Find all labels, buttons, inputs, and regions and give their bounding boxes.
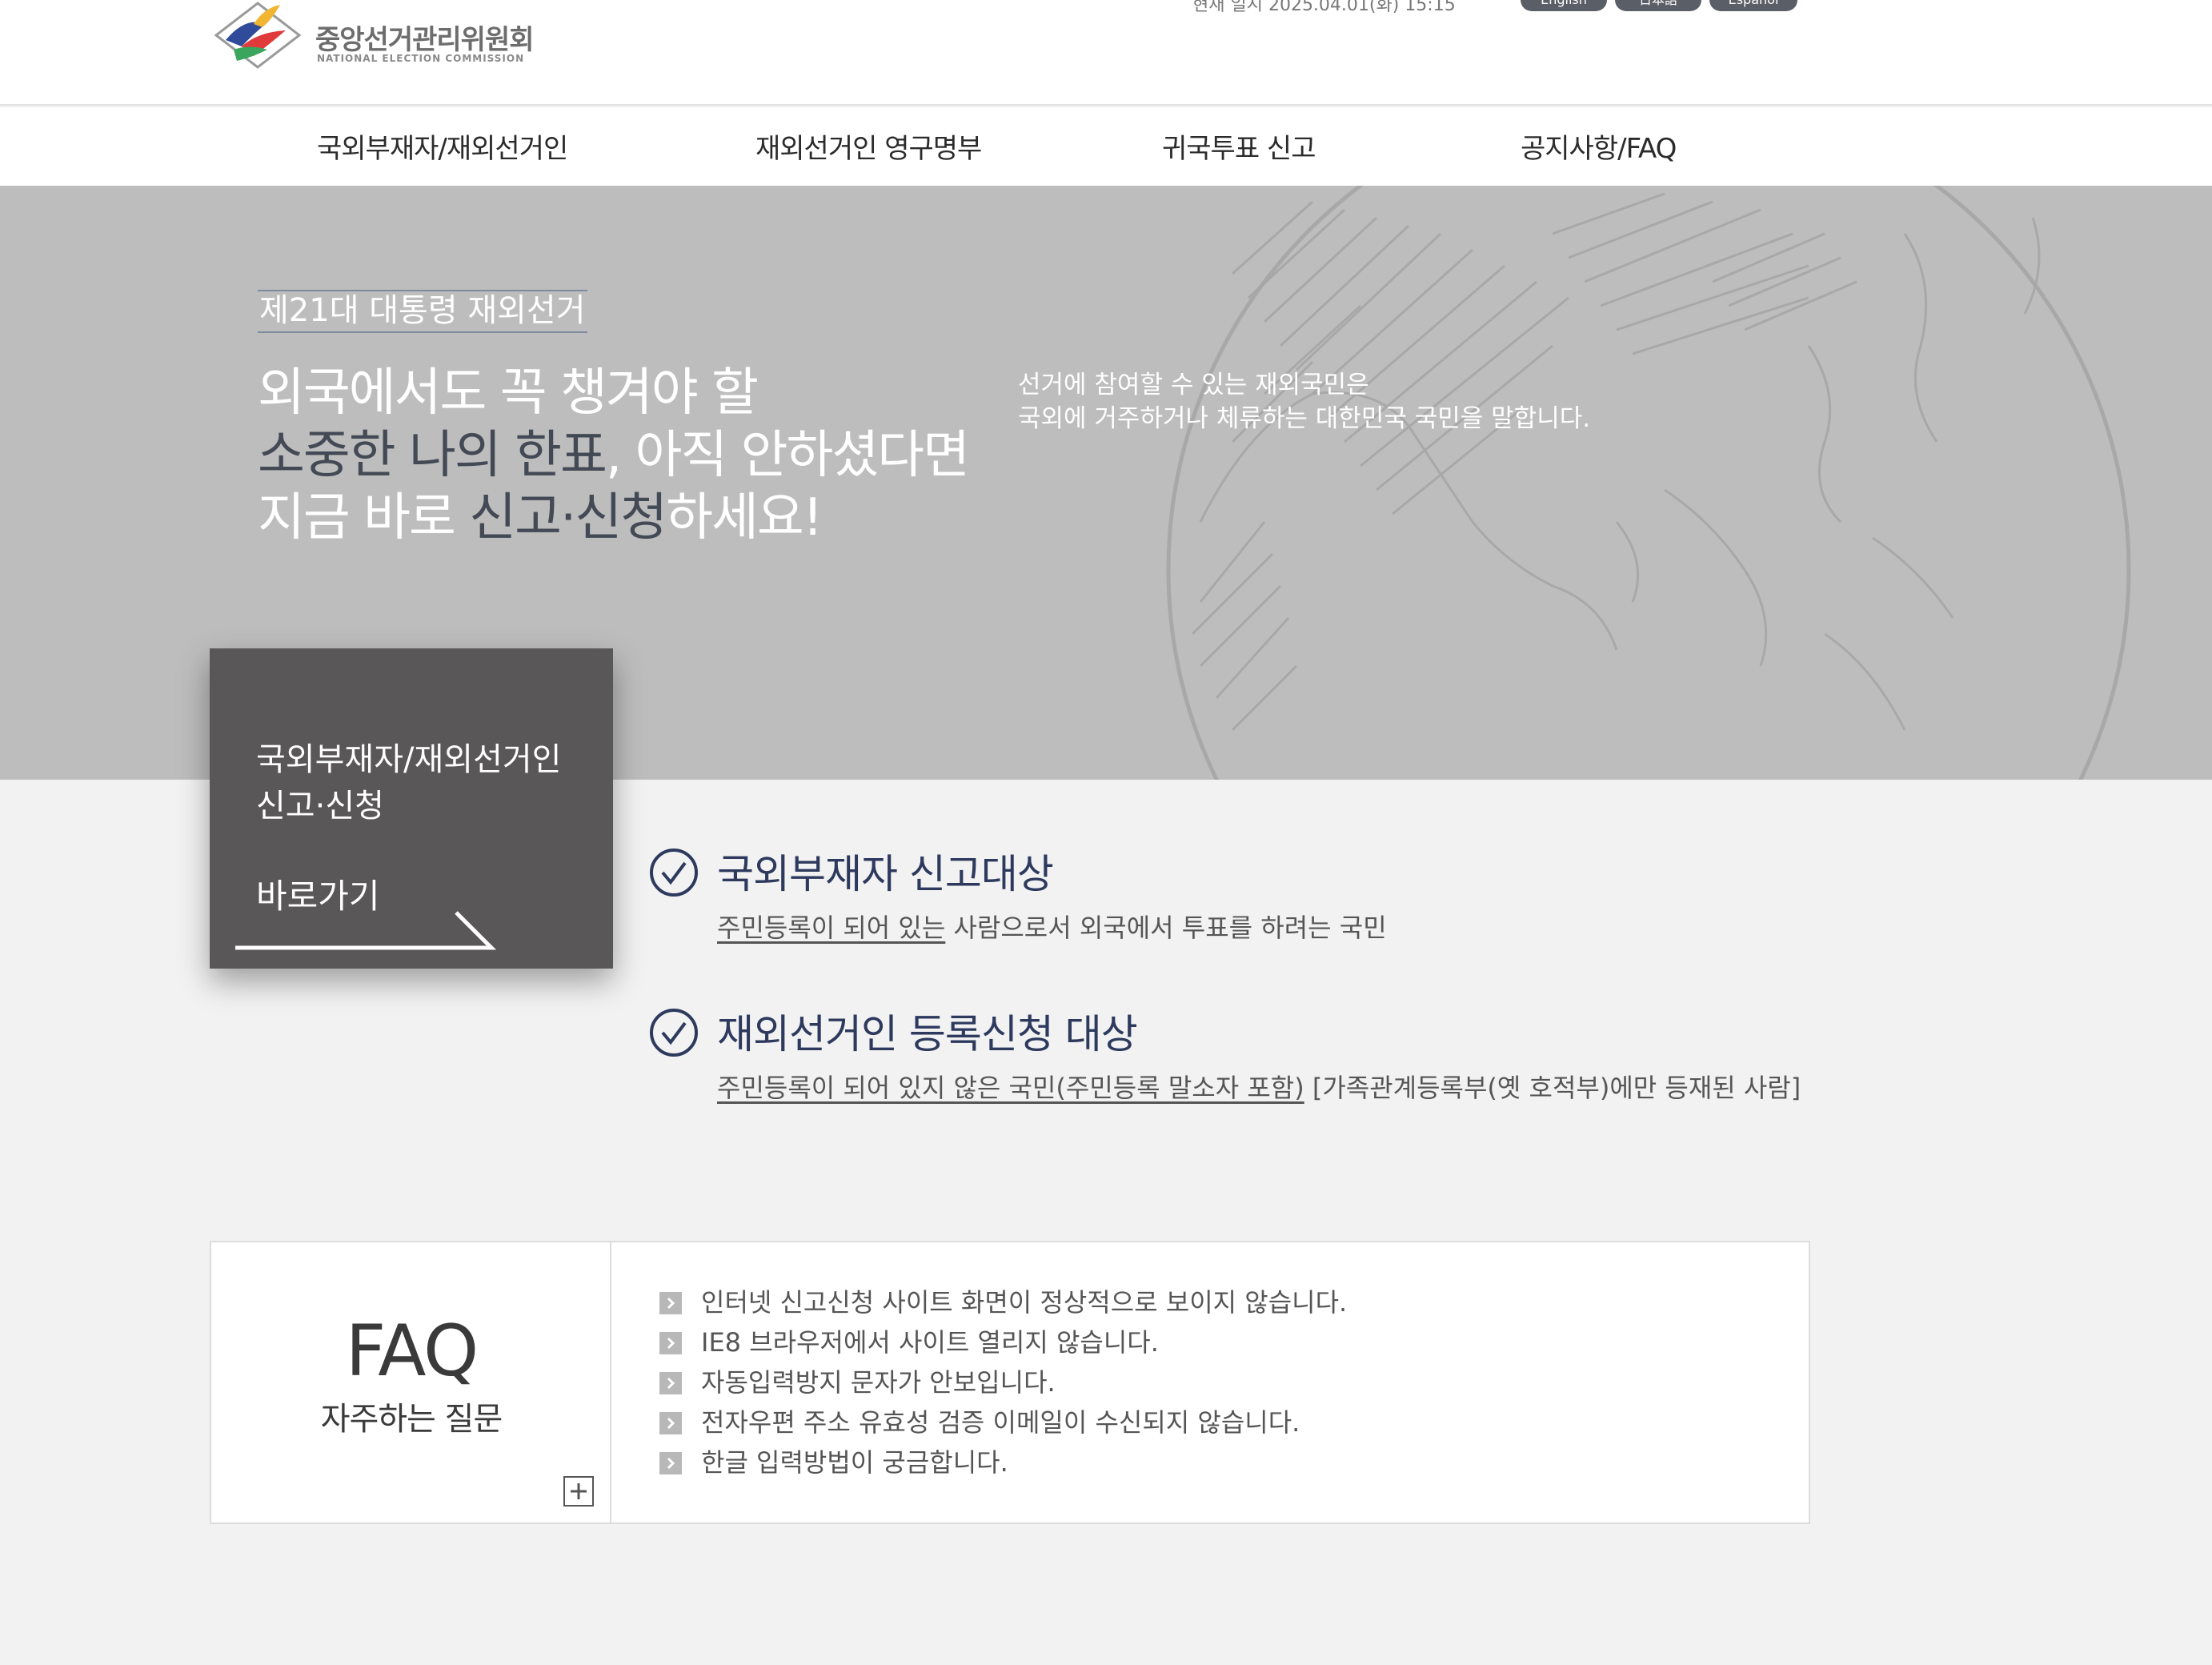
check-circle-icon (650, 1009, 698, 1057)
hero-title-line-2-rest: , 아직 안하셨다면 (605, 426, 970, 485)
faq-item[interactable]: 전자우편 주소 유효성 검증 이메일이 수신되지 않습니다. (659, 1402, 1347, 1442)
faq-item[interactable]: IE8 브라우저에서 사이트 열리지 않습니다. (659, 1322, 1347, 1362)
target-absentee-description-rest: 사람으로서 외국에서 투표를 하려는 국민 (945, 913, 1387, 943)
hero-title-emphasis-1: 소중한 나의 한표 (258, 426, 607, 485)
target-absentee-description: 주민등록이 되어 있는 사람으로서 외국에서 투표를 하려는 국민 (717, 908, 1387, 945)
faq-heading-block: FAQ 자주하는 질문 (211, 1242, 611, 1523)
language-button-spanish[interactable]: Español (1709, 0, 1797, 11)
utility-datetime: 현재 일시 2025.04.01(화) 15:15 (1192, 0, 1456, 15)
hero-title: 외국에서도 꼭 챙겨야 할 소중한 나의 한표, 아직 안하셨다면 지금 바로 … (258, 362, 970, 549)
apply-shortcut-title-line-1: 국외부재자/재외선거인 (256, 741, 562, 778)
faq-item-label: 전자우편 주소 유효성 검증 이메일이 수신되지 않습니다. (701, 1407, 1300, 1438)
nav-item-notice-faq[interactable]: 공지사항/FAQ (1521, 126, 1677, 166)
faq-item-label: 인터넷 신고신청 사이트 화면이 정상적으로 보이지 않습니다. (701, 1287, 1348, 1318)
apply-shortcut-title: 국외부재자/재외선거인 신고·신청 (256, 736, 561, 829)
faq-title: FAQ (345, 1310, 479, 1392)
faq-item[interactable]: 자동입력방지 문자가 안보입니다. (659, 1362, 1347, 1402)
hero-title-line-2: 소중한 나의 한표, 아직 안하셨다면 (258, 424, 970, 487)
hero-title-line-3: 지금 바로 신고·신청하세요! (258, 487, 968, 549)
target-overseas-voter-description-underlined: 주민등록이 되어 있지 않은 국민(주민등록 말소자 포함) (717, 1073, 1304, 1103)
target-overseas-voter-title: 재외선거인 등록신청 대상 (717, 1011, 1138, 1057)
apply-shortcut-card[interactable]: 국외부재자/재외선거인 신고·신청 바로가기 (210, 648, 613, 969)
hero-title-emphasis-2: 신고·신청 (469, 488, 667, 548)
faq-panel: FAQ 자주하는 질문 인터넷 신고신청 사이트 화면이 정상적으로 보이지 않… (210, 1241, 1810, 1524)
chevron-right-icon (659, 1372, 682, 1394)
site-header: 중앙선거관리위원회 NATIONAL ELECTION COMMISSION 현… (0, 0, 2212, 106)
plus-box-icon (571, 1483, 587, 1499)
faq-subtitle: 자주하는 질문 (320, 1401, 503, 1438)
site-logo[interactable]: 중앙선거관리위원회 NATIONAL ELECTION COMMISSION (210, 0, 535, 72)
hero-title-line-1: 외국에서도 꼭 챙겨야 할 (258, 363, 759, 423)
logo-text-english: NATIONAL ELECTION COMMISSION (317, 53, 525, 64)
language-button-japanese[interactable]: 日本語 (1615, 0, 1701, 11)
target-overseas-voter-description-rest: [가족관계등록부(옛 호적부)에만 등재된 사람] (1304, 1073, 1801, 1103)
hero-title-line-3-end: 하세요! (666, 488, 823, 548)
target-absentee-description-underlined: 주민등록이 되어 있는 (717, 913, 946, 943)
hero-description-line-1: 선거에 참여할 수 있는 재외국민은 (1018, 371, 1369, 399)
chevron-right-icon (659, 1292, 682, 1314)
main-nav: 국외부재자/재외선거인 재외선거인 영구명부 귀국투표 신고 공지사항/FAQ (0, 107, 2212, 186)
target-absentee-title: 국외부재자 신고대상 (717, 851, 1054, 897)
faq-item-label: 한글 입력방법이 궁금합니다. (701, 1447, 1008, 1478)
chevron-right-icon (659, 1332, 682, 1354)
nav-item-return-voting[interactable]: 귀국투표 신고 (1162, 126, 1316, 166)
nec-logo-icon (214, 2, 302, 69)
faq-item-label: IE8 브라우저에서 사이트 열리지 않습니다. (701, 1327, 1159, 1358)
faq-item[interactable]: 한글 입력방법이 궁금합니다. (659, 1442, 1347, 1482)
hero-kicker: 제21대 대통령 재외선거 (258, 290, 587, 333)
faq-list: 인터넷 신고신청 사이트 화면이 정상적으로 보이지 않습니다. IE8 브라우… (659, 1282, 1347, 1482)
faq-item-label: 자동입력방지 문자가 안보입니다. (701, 1367, 1056, 1398)
chevron-right-icon (659, 1412, 682, 1434)
globe-sketch-icon (1166, 186, 2131, 780)
nav-item-absentee-overseas[interactable]: 국외부재자/재외선거인 (317, 126, 568, 166)
arrow-right-icon (235, 911, 497, 950)
target-overseas-voter-description: 주민등록이 되어 있지 않은 국민(주민등록 말소자 포함) [가족관계등록부(… (717, 1068, 1801, 1105)
apply-shortcut-title-line-2: 신고·신청 (256, 788, 384, 824)
nav-item-permanent-register[interactable]: 재외선거인 영구명부 (755, 126, 982, 166)
hero-description: 선거에 참여할 수 있는 재외국민은 국외에 거주하거나 체류하는 대한민국 국… (1018, 368, 1590, 435)
language-button-english[interactable]: English (1521, 0, 1607, 11)
chevron-right-icon (659, 1452, 682, 1474)
hero-title-line-3-start: 지금 바로 (258, 488, 470, 548)
faq-more-button[interactable] (563, 1476, 594, 1507)
logo-text-korean: 중앙선거관리위원회 (315, 24, 535, 56)
hero-description-line-2: 국외에 거주하거나 체류하는 대한민국 국민을 말합니다. (1018, 404, 1591, 433)
faq-item[interactable]: 인터넷 신고신청 사이트 화면이 정상적으로 보이지 않습니다. (659, 1282, 1347, 1322)
check-circle-icon (650, 849, 698, 897)
